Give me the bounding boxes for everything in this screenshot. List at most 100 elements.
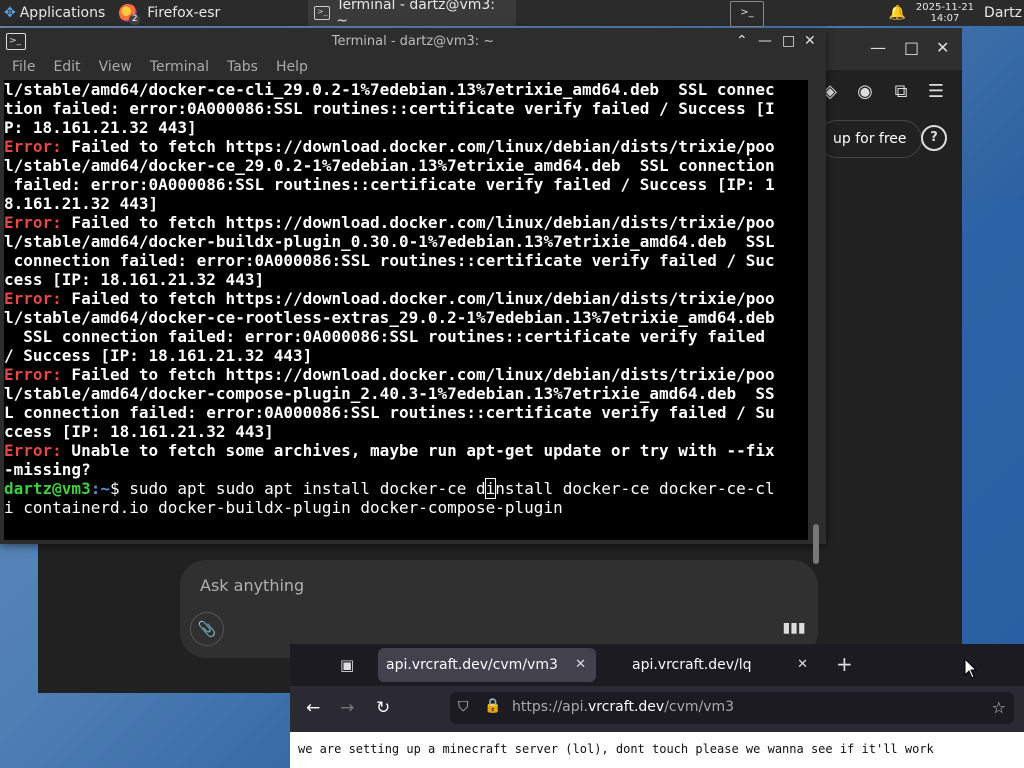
close-icon[interactable]: ✕ bbox=[804, 33, 816, 49]
terminal-window: >_ Terminal - dartz@vm3: ~ ⌃ — □ ✕ File … bbox=[0, 28, 826, 564]
terminal-line: Error: Failed to fetch https://download.… bbox=[4, 137, 808, 156]
command-text-rest: nstall docker-ce docker-ce-cl bbox=[495, 479, 775, 498]
terminal-titlebar[interactable]: >_ Terminal - dartz@vm3: ~ ⌃ — □ ✕ bbox=[0, 28, 826, 56]
command-wrap-line: i containerd.io docker-buildx-plugin doc… bbox=[4, 498, 563, 517]
minimize-icon[interactable]: — bbox=[758, 33, 772, 49]
terminal-line: l/stable/amd64/docker-ce-rootless-extras… bbox=[4, 308, 808, 327]
user-menu[interactable]: Dartz bbox=[984, 5, 1022, 21]
help-icon[interactable]: ? bbox=[921, 125, 947, 151]
terminal-icon: >_ bbox=[314, 6, 331, 20]
terminal-line-text: Unable to fetch some archives, maybe run… bbox=[61, 441, 775, 460]
prompt-user: dartz@vm3 bbox=[4, 479, 91, 498]
tracking-shield-icon[interactable]: ⛉ bbox=[458, 699, 469, 715]
tab-vm3-label: api.vrcraft.dev/cvm/vm3 bbox=[386, 657, 558, 673]
terminal-line-text: -missing? bbox=[4, 460, 91, 479]
menu-edit[interactable]: Edit bbox=[47, 56, 86, 80]
mouse-cursor-icon bbox=[964, 658, 977, 679]
terminal-line: L connection failed: error:0A000086:SSL … bbox=[4, 403, 808, 422]
terminal-line-text: cess [IP: 18.161.21.32 443] bbox=[4, 270, 265, 289]
clock-date: 2025-11-21 bbox=[915, 2, 975, 13]
terminal-line: Error: Failed to fetch https://download.… bbox=[4, 365, 808, 384]
minimize-icon[interactable]: — bbox=[870, 38, 886, 57]
bookmark-star-icon[interactable]: ☆ bbox=[992, 698, 1006, 717]
sign-up-button[interactable]: up for free bbox=[818, 120, 922, 158]
terminal-line: failed: error:0A000086:SSL routines::cer… bbox=[4, 175, 808, 194]
scrollbar-thumb[interactable] bbox=[813, 524, 819, 564]
error-prefix: Error: bbox=[4, 365, 62, 384]
clock[interactable]: 2025-11-21 14:07 bbox=[916, 2, 974, 24]
ask-input-placeholder[interactable]: Ask anything bbox=[200, 576, 304, 595]
firefox-window: ▣ api.vrcraft.dev/cvm/vm3 ✕ api.vrcraft.… bbox=[290, 644, 1024, 768]
terminal-output[interactable]: l/stable/amd64/docker-ce-cli_29.0.2-1%7e… bbox=[4, 80, 808, 540]
forward-icon[interactable]: → bbox=[340, 698, 354, 718]
tab-groups-icon[interactable]: ▣ bbox=[340, 656, 354, 674]
notification-bell-icon[interactable]: 🔔 bbox=[888, 5, 905, 21]
tab-vm3[interactable]: api.vrcraft.dev/cvm/vm3 ✕ bbox=[378, 648, 596, 682]
tab-close-icon[interactable]: ✕ bbox=[575, 648, 586, 682]
terminal-line: Error: Unable to fetch some archives, ma… bbox=[4, 441, 808, 460]
terminal-line-text: Failed to fetch https://download.docker.… bbox=[61, 137, 775, 156]
terminal-line: Error: Failed to fetch https://download.… bbox=[4, 289, 808, 308]
terminal-line: connection failed: error:0A000086:SSL ro… bbox=[4, 251, 808, 270]
terminal-line: Error: Failed to fetch https://download.… bbox=[4, 213, 808, 232]
url-path: /cvm/vm3 bbox=[664, 699, 735, 715]
terminal-title: Terminal - dartz@vm3: ~ bbox=[331, 34, 495, 49]
terminal-line: / Success [IP: 18.161.21.32 443] bbox=[4, 346, 808, 365]
terminal-line: 8.161.21.32 443] bbox=[4, 194, 808, 213]
terminal-line: P: 18.161.21.32 443] bbox=[4, 118, 808, 137]
terminal-line: cess [IP: 18.161.21.32 443] bbox=[4, 270, 808, 289]
window-count-badge: 2 bbox=[129, 14, 141, 25]
taskbar-firefox[interactable]: 2 Firefox-esr bbox=[113, 0, 226, 26]
terminal-menubar: File Edit View Terminal Tabs Help bbox=[0, 56, 826, 80]
terminal-line: l/stable/amd64/docker-ce_29.0.2-1%7edebi… bbox=[4, 156, 808, 175]
account-icon[interactable]: ◉ bbox=[853, 80, 877, 104]
terminal-line: l/stable/amd64/docker-compose-plugin_2.4… bbox=[4, 384, 808, 403]
error-prefix: Error: bbox=[4, 213, 62, 232]
new-tab-icon[interactable]: + bbox=[836, 652, 853, 676]
clock-time: 14:07 bbox=[930, 13, 960, 24]
hamburger-menu-icon[interactable]: ☰ bbox=[924, 80, 948, 104]
tab-lq[interactable]: api.vrcraft.dev/lq ✕ bbox=[622, 648, 818, 682]
menu-view[interactable]: View bbox=[93, 56, 138, 80]
terminal-line-text: Failed to fetch https://download.docker.… bbox=[61, 289, 775, 308]
shade-icon[interactable]: ⌃ bbox=[736, 33, 748, 49]
terminal-line-text: / Success [IP: 18.161.21.32 443] bbox=[4, 346, 313, 365]
terminal-scrollbar[interactable] bbox=[810, 80, 824, 564]
tab-lq-label: api.vrcraft.dev/lq bbox=[632, 657, 752, 673]
attach-paperclip-icon[interactable]: 📎 bbox=[190, 612, 224, 646]
back-icon[interactable]: ← bbox=[306, 698, 320, 718]
terminal-line: tion failed: error:0A000086:SSL routines… bbox=[4, 99, 808, 118]
error-prefix: Error: bbox=[4, 289, 62, 308]
maximize-icon[interactable]: □ bbox=[782, 33, 795, 49]
terminal-line-text: l/stable/amd64/docker-compose-plugin_2.4… bbox=[4, 384, 775, 403]
menu-file[interactable]: File bbox=[6, 56, 41, 80]
error-prefix: Error: bbox=[4, 441, 62, 460]
firefox-icon: 2 bbox=[119, 4, 141, 25]
applications-menu[interactable]: ✥ Applications bbox=[0, 0, 109, 26]
applications-label: Applications bbox=[19, 5, 106, 21]
prompt-path: :~ bbox=[90, 479, 110, 498]
taskbar-terminal[interactable]: >_ Terminal - dartz@vm3: ~ bbox=[308, 0, 517, 29]
close-icon[interactable]: ✕ bbox=[936, 38, 949, 57]
terminal-line-text: SSL connection failed: error:0A000086:SS… bbox=[4, 327, 765, 346]
menu-terminal[interactable]: Terminal bbox=[144, 56, 215, 80]
menu-tabs[interactable]: Tabs bbox=[221, 56, 264, 80]
extensions-icon[interactable]: ⧉ bbox=[889, 80, 913, 104]
terminal-line-text: Failed to fetch https://download.docker.… bbox=[61, 365, 775, 384]
terminal-line-text: l/stable/amd64/docker-ce-cli_29.0.2-1%7e… bbox=[4, 80, 775, 99]
terminal-line: SSL connection failed: error:0A000086:SS… bbox=[4, 327, 808, 346]
terminal-line-text: ccess [IP: 18.161.21.32 443] bbox=[4, 422, 274, 441]
url-text[interactable]: https://api.vrcraft.dev/cvm/vm3 bbox=[512, 699, 734, 715]
reload-icon[interactable]: ↻ bbox=[376, 698, 390, 718]
url-bar[interactable]: ⛉ 🔒 https://api.vrcraft.dev/cvm/vm3 ☆ bbox=[450, 692, 1014, 724]
lock-icon[interactable]: 🔒 bbox=[484, 698, 501, 714]
error-prefix: Error: bbox=[4, 137, 62, 156]
command-text: sudo apt sudo apt install docker-ce d bbox=[129, 479, 486, 498]
tab-close-icon[interactable]: ✕ bbox=[797, 648, 808, 682]
terminal-line: ccess [IP: 18.161.21.32 443] bbox=[4, 422, 808, 441]
tab-strip: ▣ api.vrcraft.dev/cvm/vm3 ✕ api.vrcraft.… bbox=[290, 644, 1024, 686]
voice-input-icon[interactable]: ▮▮▮ bbox=[780, 614, 808, 642]
maximize-icon[interactable]: □ bbox=[904, 38, 919, 57]
menu-help[interactable]: Help bbox=[270, 56, 314, 80]
workspace-terminal-icon[interactable]: >_ bbox=[730, 1, 764, 27]
